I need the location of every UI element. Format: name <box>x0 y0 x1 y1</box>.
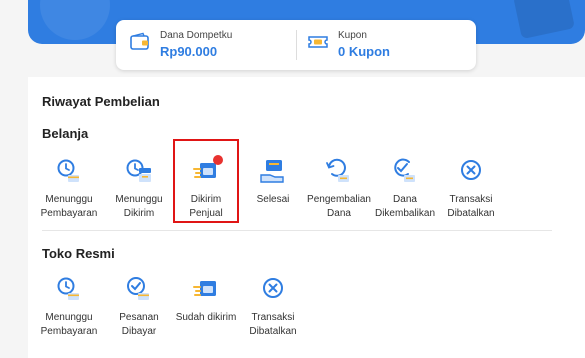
label-line-1: Pesanan <box>119 312 159 323</box>
clock-card-icon <box>57 277 79 300</box>
label-line-1: Pengembalian <box>307 194 371 205</box>
toko-pesanan-dibayar[interactable]: Pesanan Dibayar <box>105 275 173 339</box>
kupon-label: Kupon <box>338 30 367 41</box>
label-line-1: Menunggu <box>115 194 163 205</box>
label-line-1: Transaksi <box>251 312 295 323</box>
clock-box-icon <box>126 159 151 182</box>
ticket-icon <box>308 36 328 48</box>
label-line-1: Transaksi <box>449 194 493 205</box>
cancel-icon <box>461 160 481 180</box>
label-line-1: Selesai <box>256 194 290 205</box>
check-card-icon <box>127 277 149 300</box>
wallet-icon <box>130 32 149 50</box>
label-line-2: Dana <box>327 208 351 219</box>
wallet-divider <box>296 30 297 60</box>
label-line-2: Pembayaran <box>40 208 98 219</box>
belanja-menunggu-pembayaran[interactable]: Menunggu Pembayaran <box>35 157 103 221</box>
belanja-transaksi-dibatalkan[interactable]: Transaksi Dibatalkan <box>437 157 505 221</box>
hand-box-icon <box>260 160 284 183</box>
kupon-value: 0 Kupon <box>338 44 390 59</box>
page-title: Riwayat Pembelian <box>42 94 160 109</box>
toko-menunggu-pembayaran[interactable]: Menunggu Pembayaran <box>35 275 103 339</box>
dompet-label: Dana Dompetku <box>160 30 233 41</box>
label-line-1: Menunggu <box>45 194 93 205</box>
clock-card-icon <box>57 159 79 182</box>
header-decoration-right <box>513 0 575 40</box>
section-title-toko-resmi: Toko Resmi <box>42 246 115 261</box>
purchase-history-card: Riwayat Pembelian Belanja Menunggu Pemba… <box>28 77 585 358</box>
label-line-1: Menunggu <box>45 312 93 323</box>
wallet-summary-card: Dana Dompetku Rp90.000 Kupon 0 Kupon <box>116 20 476 70</box>
label-line-1: Sudah dikirim <box>175 312 237 323</box>
refund-icon <box>326 158 349 182</box>
truck-icon <box>193 281 216 296</box>
belanja-dana-dikembalikan[interactable]: Dana Dikembalikan <box>371 157 439 221</box>
header-decoration-left <box>40 0 110 40</box>
highlight-box <box>173 139 239 223</box>
label-line-2: Pembayaran <box>40 326 98 337</box>
belanja-selesai[interactable]: Selesai <box>239 157 307 207</box>
section-title-belanja: Belanja <box>42 126 89 141</box>
belanja-pengembalian-dana[interactable]: Pengembalian Dana <box>305 157 373 221</box>
dompet-value: Rp90.000 <box>160 44 218 59</box>
label-line-2: Dibatalkan <box>249 326 297 337</box>
label-line-2: Dikembalikan <box>374 208 436 219</box>
section-divider <box>42 230 552 231</box>
label-line-2: Dibayar <box>121 326 157 337</box>
cancel-icon <box>263 278 283 298</box>
toko-transaksi-dibatalkan[interactable]: Transaksi Dibatalkan <box>239 275 307 339</box>
check-refund-icon <box>394 158 415 182</box>
toko-sudah-dikirim[interactable]: Sudah dikirim <box>172 275 240 325</box>
belanja-menunggu-dikirim[interactable]: Menunggu Dikirim <box>105 157 173 221</box>
label-line-1: Dana <box>393 194 417 205</box>
label-line-2: Dibatalkan <box>447 208 495 219</box>
label-line-2: Dikirim <box>123 208 155 219</box>
